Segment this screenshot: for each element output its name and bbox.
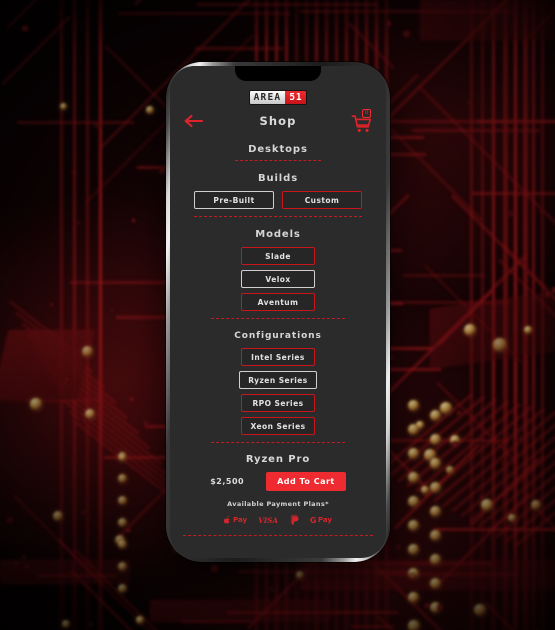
divider-bottom: [182, 535, 374, 536]
phone-screen: datatitan AREA 51 Shop 0: [170, 66, 386, 558]
divider-configurations: [211, 442, 345, 443]
phone-notch: [235, 66, 321, 81]
divider-builds: [193, 216, 363, 217]
app-header: Shop 0: [170, 104, 386, 132]
divider-heading: [234, 160, 322, 161]
product-price: $2,500: [210, 477, 245, 486]
section-title-builds: Builds: [257, 173, 299, 184]
area51-logo: AREA 51: [170, 91, 386, 104]
option-sections: Builds Pre-Built Custom Models Slade Velox Ave…: [170, 173, 386, 443]
section-title-configurations: Configurations: [234, 331, 322, 341]
option-custom[interactable]: Custom: [282, 191, 362, 209]
option-xeon-series[interactable]: Xeon Series: [241, 417, 315, 435]
payment-methods: Pay VISA G Pay: [170, 514, 386, 526]
option-aventum[interactable]: Aventum: [241, 293, 315, 311]
payment-visa-icon[interactable]: VISA: [258, 516, 278, 525]
back-button[interactable]: [183, 111, 205, 131]
option-intel-series[interactable]: Intel Series: [241, 348, 315, 366]
option-velox[interactable]: Velox: [241, 270, 315, 288]
option-group-models: Slade Velox Aventum: [170, 247, 386, 311]
divider-models: [211, 318, 345, 319]
page-heading: Desktops: [248, 144, 308, 155]
option-pre-built[interactable]: Pre-Built: [194, 191, 274, 209]
logo-text-area: AREA: [249, 91, 286, 104]
payment-paypal-icon[interactable]: [289, 514, 299, 526]
option-group-builds: Pre-Built Custom: [170, 191, 386, 209]
add-to-cart-button[interactable]: Add To Cart: [266, 472, 346, 491]
arrow-left-icon: [184, 114, 203, 128]
page-title: Shop: [259, 114, 297, 128]
option-group-configurations: Intel Series Ryzen Series RPO Series Xeon S…: [170, 348, 386, 435]
payment-plans-heading: Available Payment Plans*: [227, 500, 329, 508]
option-rpo-series[interactable]: RPO Series: [241, 394, 315, 412]
option-ryzen-series[interactable]: Ryzen Series: [239, 371, 317, 389]
section-title-models: Models: [255, 229, 301, 240]
phone-device: datatitan AREA 51 Shop 0: [166, 62, 390, 562]
product-name: Ryzen Pro: [245, 454, 311, 465]
payment-google-pay-icon[interactable]: G Pay: [310, 516, 332, 525]
option-slade[interactable]: Slade: [241, 247, 315, 265]
screenshot-root: datatitan AREA 51 Shop 0: [0, 0, 555, 630]
shopping-cart-icon: [351, 115, 372, 132]
payment-apple-pay-icon[interactable]: Pay: [224, 516, 247, 524]
logo-text-51: 51: [285, 91, 307, 104]
cart-button[interactable]: 0: [351, 109, 373, 132]
purchase-row: $2,500 Add To Cart: [170, 472, 386, 491]
